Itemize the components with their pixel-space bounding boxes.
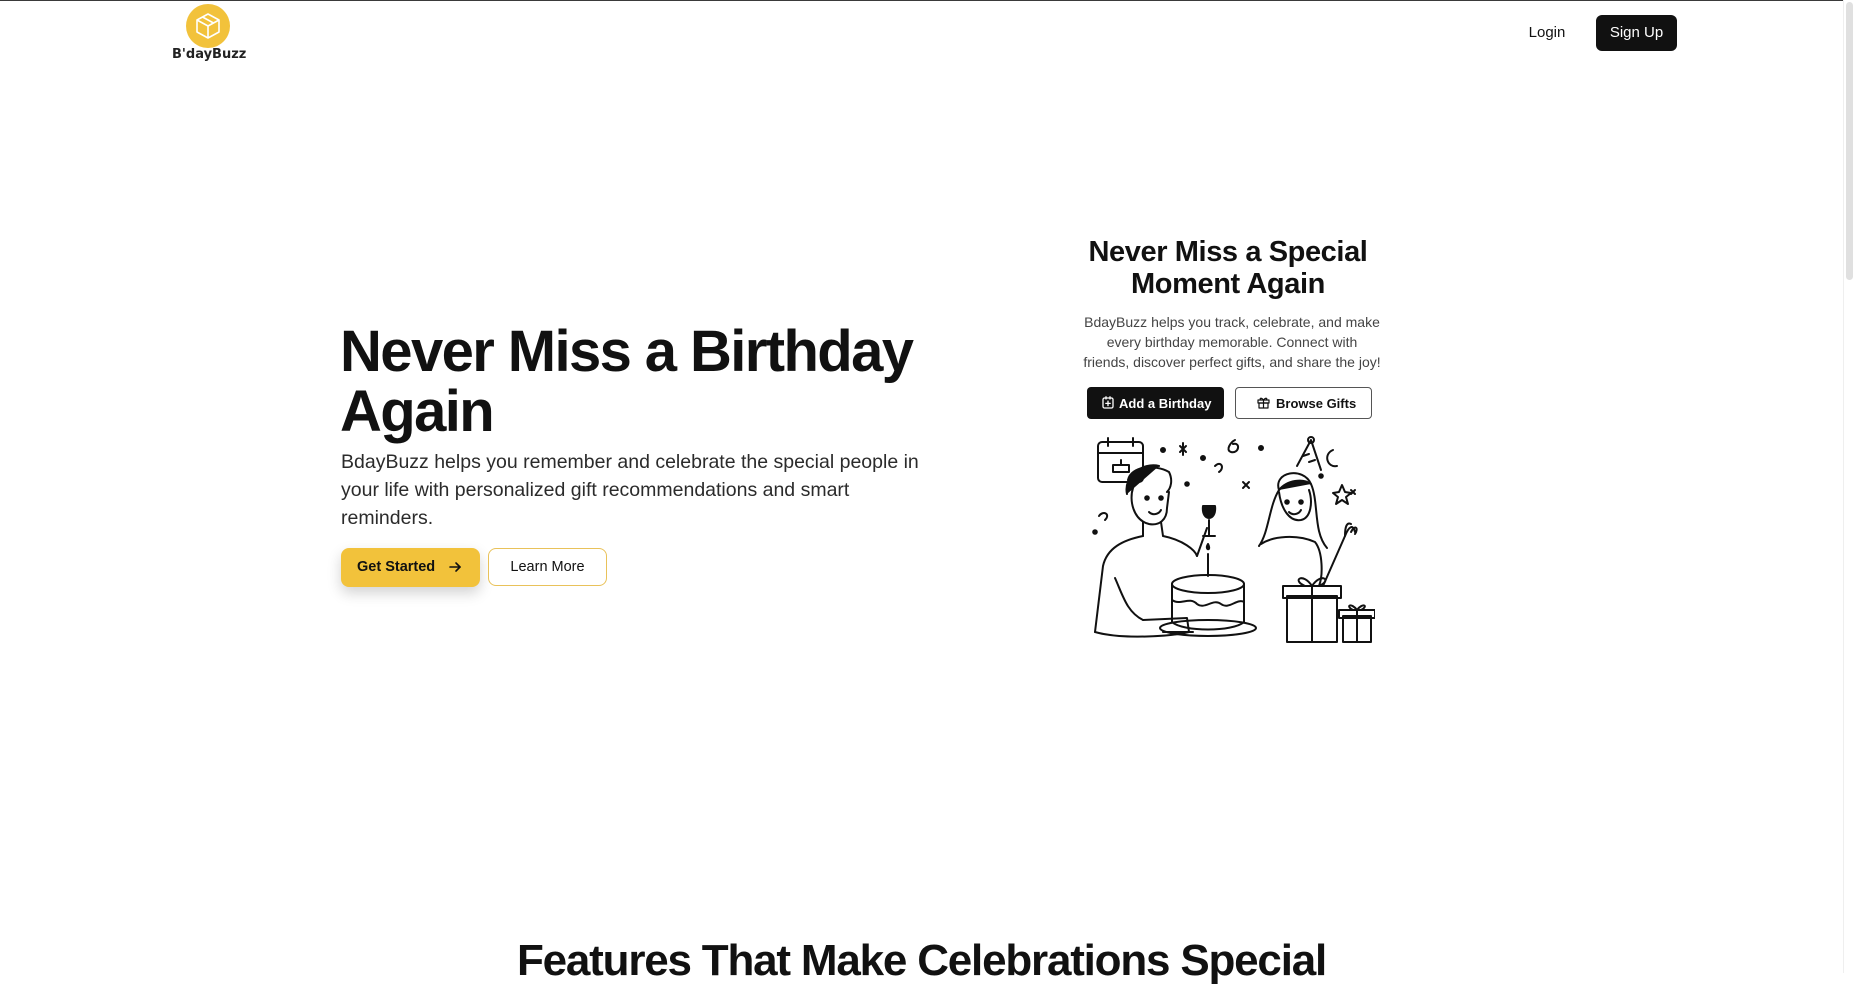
gift-icon	[1257, 396, 1270, 412]
site-header: B'dayBuzz Login Sign Up	[0, 0, 1843, 66]
arrow-right-icon	[448, 560, 462, 578]
birthday-party-illustration	[1083, 436, 1376, 651]
features-title: Features That Make Celebrations Special	[516, 936, 1327, 985]
add-birthday-label: Add a Birthday	[1119, 396, 1212, 411]
add-birthday-button[interactable]: Add a Birthday	[1087, 387, 1224, 419]
signup-button[interactable]: Sign Up	[1596, 15, 1677, 51]
login-button[interactable]: Login	[1512, 16, 1582, 50]
card-title: Never Miss a Special Moment Again	[1088, 236, 1368, 300]
scrollbar-thumb[interactable]	[1846, 2, 1853, 280]
box-icon	[186, 4, 230, 48]
hero-title: Never Miss a Birthday Again	[340, 319, 914, 444]
brand-name: B'dayBuzz	[172, 47, 247, 62]
learn-more-button[interactable]: Learn More	[488, 548, 607, 586]
hero-subtitle: BdayBuzz helps you remember and celebrat…	[341, 451, 919, 529]
brand-logo[interactable]: B'dayBuzz	[170, 4, 250, 64]
browse-gifts-label: Browse Gifts	[1276, 396, 1357, 411]
calendar-plus-icon	[1102, 396, 1114, 412]
card-text: BdayBuzz helps you track, celebrate, and…	[1083, 314, 1381, 370]
get-started-button[interactable]: Get Started	[341, 548, 480, 587]
scrollbar[interactable]	[1843, 0, 1855, 973]
browse-gifts-button[interactable]: Browse Gifts	[1235, 387, 1372, 419]
get-started-label: Get Started	[357, 559, 436, 575]
